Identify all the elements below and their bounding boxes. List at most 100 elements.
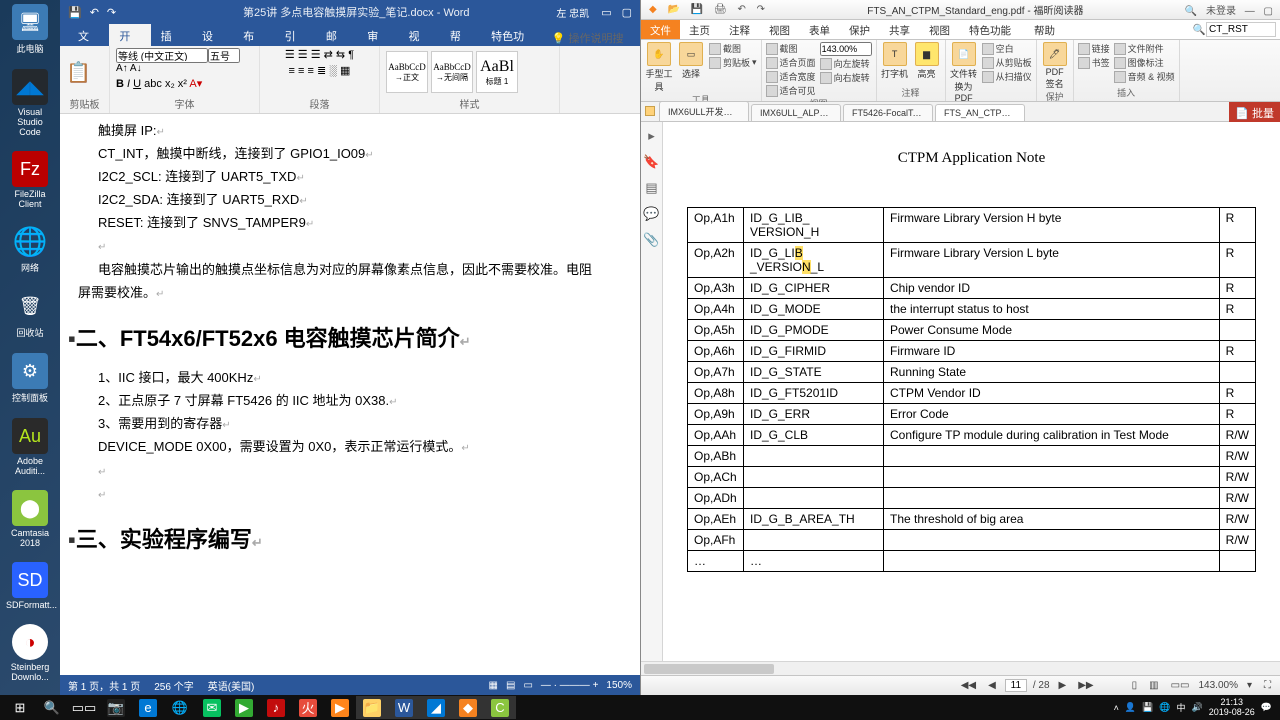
tray-ime-icon[interactable]: 中 (1177, 701, 1186, 714)
clipboard-button[interactable]: 剪贴板▾ (709, 56, 757, 69)
paste-button[interactable]: 📋 (66, 60, 91, 85)
highlight-button[interactable]: ▆高亮 (913, 42, 941, 80)
print-icon[interactable]: 🖨 (714, 4, 727, 15)
pages-panel-icon[interactable]: ▤ (645, 180, 657, 196)
expand-icon[interactable]: ▸ (648, 128, 655, 144)
min-icon[interactable]: — (1245, 6, 1255, 17)
font-size-input[interactable] (208, 48, 240, 63)
save-icon[interactable]: 💾 (691, 4, 703, 15)
tb-camtasia[interactable]: C (484, 696, 516, 719)
snapshot-btn[interactable]: 截图 (766, 42, 816, 55)
zoom-readout[interactable]: 143.00% (1198, 680, 1237, 691)
tab-layout[interactable]: 布局 (233, 24, 274, 46)
tab-file[interactable]: 文件 (68, 24, 109, 46)
fitpage-btn[interactable]: 适合页面 (766, 56, 816, 69)
word-max-icon[interactable]: ▢ (622, 6, 632, 19)
view-single-icon[interactable]: ▯ (1129, 680, 1141, 691)
undo-icon[interactable]: ↶ (737, 4, 745, 15)
desktop-icon-steinberg[interactable]: ◑Steinberg Downlo... (6, 624, 54, 682)
notifications-icon[interactable]: 💬 (1261, 702, 1272, 713)
tell-me-search[interactable]: 💡 操作说明搜索 (544, 24, 640, 46)
imgnote-btn[interactable]: 图像标注 (1114, 56, 1175, 69)
tb-vscode[interactable]: ◢ (420, 696, 452, 719)
start-button[interactable]: ⊞ (4, 696, 36, 719)
tab-form[interactable]: 表单 (800, 20, 840, 39)
tab-addins[interactable]: 特色功能 (481, 24, 544, 46)
blank-btn[interactable]: 空白 (982, 42, 1032, 55)
link-btn[interactable]: 链接 (1078, 42, 1110, 55)
fileatt-btn[interactable]: 文件附件 (1114, 42, 1175, 55)
bold-button[interactable]: B (116, 78, 124, 90)
bookmark-panel-icon[interactable]: 🔖 (643, 154, 659, 170)
undo-icon[interactable]: ↶ (90, 6, 99, 19)
word-count[interactable]: 256 个字 (154, 678, 193, 693)
view-print-icon[interactable]: ▦ (489, 680, 498, 691)
zoom-combo[interactable] (820, 42, 872, 56)
tab-mailings[interactable]: 邮件 (316, 24, 357, 46)
tab-help[interactable]: 帮助 (1025, 20, 1065, 39)
prev-page-icon[interactable]: ◀ (985, 680, 999, 691)
tab-review[interactable]: 审阅 (357, 24, 398, 46)
rotate-left-btn[interactable]: 向左旋转 (820, 57, 872, 70)
tb-chrome[interactable]: 🌐 (164, 696, 196, 719)
view-cont-icon[interactable]: ▥ (1146, 680, 1161, 691)
desktop-icon-camtasia[interactable]: ⬤Camtasia 2018 (6, 490, 54, 548)
av-btn[interactable]: 音频 & 视频 (1114, 70, 1175, 83)
style-nospacing[interactable]: AaBbCcD→无间隔 (431, 51, 473, 93)
redo-icon[interactable]: ↷ (757, 4, 765, 15)
tab-file[interactable]: 文件 (641, 20, 680, 39)
search-button[interactable]: 🔍 (36, 696, 68, 719)
view-web-icon[interactable]: ▭ (523, 680, 532, 691)
lang-indicator[interactable]: 英语(美国) (208, 678, 255, 693)
max-icon[interactable]: ▢ (1264, 6, 1273, 17)
desktop-icon-recycle[interactable]: 🗑回收站 (6, 288, 54, 339)
clock[interactable]: 21:132019-08-26 (1209, 698, 1255, 718)
tab-help[interactable]: 帮助 (440, 24, 481, 46)
fitvisible-btn[interactable]: 适合可见 (766, 84, 816, 97)
protect-button[interactable]: 🖊PDF签名 (1041, 42, 1069, 90)
fromscan-btn[interactable]: 从扫描仪 (982, 70, 1032, 83)
last-page-icon[interactable]: ▶▶ (1075, 680, 1096, 691)
zoom-value[interactable]: 150% (606, 680, 632, 691)
tray-people-icon[interactable]: 👤 (1125, 702, 1136, 713)
tab-protect[interactable]: 保护 (840, 20, 880, 39)
h-scrollbar[interactable] (641, 661, 1280, 675)
tray-vol-icon[interactable]: 🔊 (1192, 702, 1203, 713)
tray-up-icon[interactable]: ˄ (1114, 703, 1119, 713)
taskview-button[interactable]: ▭▭ (68, 696, 100, 719)
fromclip-btn[interactable]: 从剪贴板 (982, 56, 1032, 69)
word-document-body[interactable]: 触摸屏 IP:↵ CT_INT，触摸中断线，连接到了 GPIO1_IO09↵ I… (60, 114, 640, 675)
tb-wechat[interactable]: ✉ (196, 696, 228, 719)
tb-player[interactable]: ▶ (228, 696, 260, 719)
attach-panel-icon[interactable]: 📎 (643, 232, 659, 248)
tab-view[interactable]: 视图 (760, 20, 800, 39)
doctab-1[interactable]: IMX6ULL开发指南.pdf (659, 101, 749, 121)
typewriter-button[interactable]: T打字机 (881, 42, 909, 80)
doctab-4[interactable]: FTS_AN_CTPM_Sta...× (935, 104, 1025, 121)
shrink-font-icon[interactable]: A↓ (130, 63, 142, 74)
hand-tool-button[interactable]: ✋手型工具 (645, 42, 673, 93)
tray-net-icon[interactable]: 🌐 (1159, 702, 1170, 713)
tray-disk-icon[interactable]: 💾 (1142, 702, 1153, 713)
doctab-3[interactable]: FT5426-FocalTech... (843, 104, 933, 121)
tab-design[interactable]: 设计 (192, 24, 233, 46)
strike-button[interactable]: abc (144, 78, 162, 90)
bookmark-btn[interactable]: 书签 (1078, 56, 1110, 69)
select-tool-button[interactable]: ▭选择 (677, 42, 705, 80)
grow-font-icon[interactable]: A↑ (116, 63, 128, 74)
rotate-right-btn[interactable]: 向右旋转 (820, 71, 872, 84)
word-min-icon[interactable]: ▭ (601, 6, 611, 19)
desktop-icon-ctrlpanel[interactable]: ⚙控制面板 (6, 353, 54, 404)
next-page-icon[interactable]: ▶ (1056, 680, 1070, 691)
style-heading1[interactable]: AaBl标题 1 (476, 51, 518, 93)
save-icon[interactable]: 💾 (68, 6, 82, 19)
tab-view2[interactable]: 视图 (920, 20, 960, 39)
redo-icon[interactable]: ↷ (107, 6, 116, 19)
tb-foxit[interactable]: ◆ (452, 696, 484, 719)
login-link[interactable]: 未登录 (1206, 6, 1236, 17)
tab-insert[interactable]: 插入 (151, 24, 192, 46)
underline-button[interactable]: U (133, 78, 141, 90)
desktop-icon-vscode[interactable]: ◢◣Visual Studio Code (6, 69, 54, 137)
first-page-icon[interactable]: ◀◀ (958, 680, 979, 691)
tb-explorer[interactable]: 📁 (356, 696, 388, 719)
